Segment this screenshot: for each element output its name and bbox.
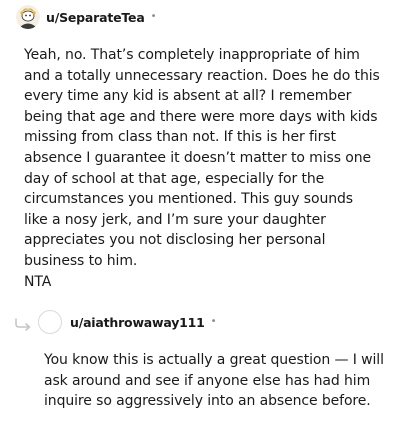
reply-arrow-icon: [14, 317, 34, 331]
comment-body: Yeah, no. That’s completely inappropriat…: [24, 45, 380, 292]
reply-header: u/aiathrowaway111 •: [14, 308, 217, 336]
reply-avatar-icon[interactable]: [38, 310, 62, 334]
user-avatar-icon[interactable]: [16, 5, 40, 29]
comment-verdict: NTA: [24, 273, 52, 290]
comment-username[interactable]: u/SeparateTea: [46, 10, 145, 25]
reply-body: You know this is actually a great questi…: [44, 352, 384, 410]
comment-body-text: Yeah, no. That’s completely inappropriat…: [24, 47, 380, 269]
separator-dot: •: [210, 316, 217, 327]
reply-username[interactable]: u/aiathrowaway111: [70, 315, 205, 330]
separator-dot: •: [150, 11, 157, 22]
comment-header: u/SeparateTea •: [14, 3, 156, 31]
